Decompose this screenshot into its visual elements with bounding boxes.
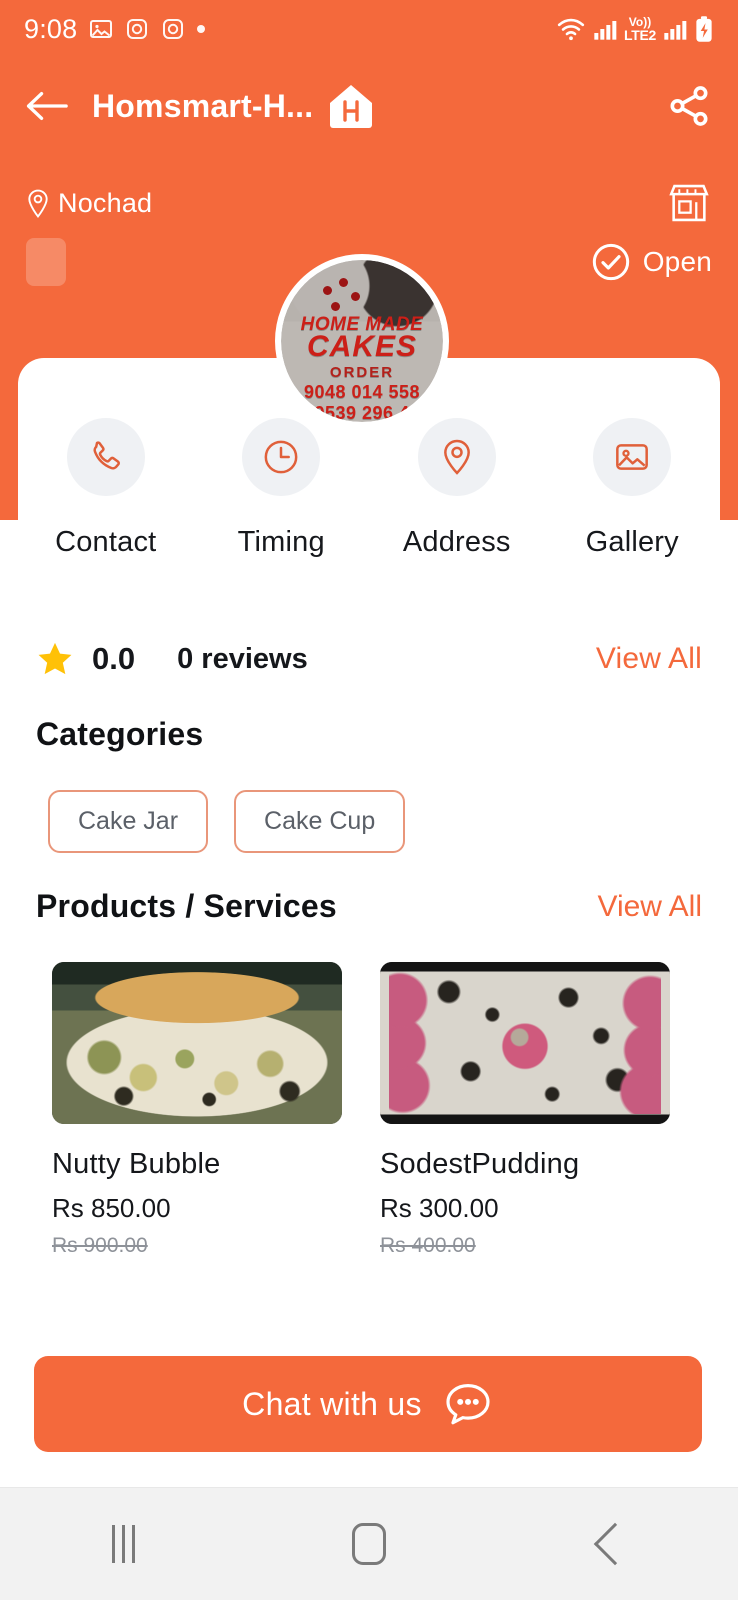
rating-row: 0.0 0 reviews View All (36, 634, 702, 684)
product-old-price: Rs 400.00 (380, 1234, 476, 1257)
action-address[interactable]: Address (377, 418, 537, 559)
storefront-icon[interactable] (666, 182, 712, 224)
category-chip[interactable]: Cake Jar (48, 790, 209, 853)
back-arrow-icon[interactable] (26, 89, 70, 123)
categories-title: Categories (36, 716, 204, 752)
logo-line-3: ORDER (329, 364, 395, 381)
product-card[interactable]: SodestPudding Rs 300.00 Rs 400.00 (380, 962, 670, 1258)
action-timing[interactable]: Timing (201, 418, 361, 559)
wifi-icon (557, 18, 585, 41)
business-profile-screen: 9:08 Vo)) LTE2 Homsmart-H... Nochad Open… (0, 0, 738, 1600)
app-bar: Homsmart-H... (0, 62, 738, 150)
status-bar-clock: 9:08 (24, 13, 78, 44)
check-circle-icon (592, 243, 629, 281)
product-name: SodestPudding (380, 1148, 580, 1180)
status-bar-left: 9:08 (24, 13, 206, 45)
action-timing-circle (242, 418, 321, 496)
logo-line-2: CAKES (306, 330, 417, 363)
location-pin-icon (443, 439, 470, 475)
nav-home-button[interactable] (299, 1488, 439, 1600)
logo-line-4: 9048 014 558 (303, 382, 421, 402)
rating-review-count: 0 reviews (177, 642, 308, 675)
image-icon (616, 444, 649, 470)
action-contact[interactable]: Contact (26, 418, 186, 559)
share-icon[interactable] (666, 83, 712, 129)
clock-icon (264, 440, 298, 474)
phone-icon (93, 441, 120, 470)
location-row: Nochad (0, 178, 738, 228)
back-icon (593, 1522, 637, 1566)
rating-value: 0.0 (92, 641, 136, 676)
chat-with-us-button[interactable]: Chat with us (34, 1356, 702, 1452)
reviews-view-all-link[interactable]: View All (596, 642, 702, 676)
open-status-label: Open (642, 246, 712, 277)
status-badge: Open (591, 242, 712, 282)
placeholder-block (26, 238, 66, 286)
product-image (380, 962, 670, 1124)
product-image (52, 962, 342, 1124)
signal-bars-icon (594, 21, 617, 40)
photos-icon (90, 20, 113, 38)
action-address-label: Address (402, 526, 511, 558)
status-bar-right: Vo)) LTE2 (556, 15, 714, 43)
star-icon (38, 642, 72, 675)
category-chip[interactable]: Cake Cup (234, 790, 406, 853)
product-price: Rs 850.00 (52, 1193, 171, 1223)
location-pin-icon (28, 189, 48, 218)
action-gallery-circle (593, 418, 672, 496)
cherry-dot-icon (339, 278, 348, 287)
product-old-price: Rs 900.00 (52, 1234, 148, 1257)
products-title: Products / Services (36, 888, 337, 924)
action-timing-label: Timing (237, 526, 325, 558)
battery-charging-icon (696, 16, 712, 42)
action-gallery-label: Gallery (585, 526, 679, 558)
chat-bubble-icon (446, 1384, 490, 1425)
product-name: Nutty Bubble (52, 1148, 221, 1180)
nav-back-button[interactable] (545, 1488, 685, 1600)
business-logo-avatar[interactable]: HOME MADE CAKES ORDER 9048 014 558 9539 … (275, 254, 449, 428)
instagram-icon (127, 19, 148, 39)
products-view-all-link[interactable]: View All (597, 890, 702, 924)
status-bar: 9:08 Vo)) LTE2 (0, 0, 738, 58)
product-price: Rs 300.00 (380, 1193, 499, 1223)
sodest-pudding-photo (380, 962, 670, 1124)
volte-icon: Vo)) LTE2 (624, 15, 656, 43)
recents-icon (111, 1525, 135, 1563)
page-title: Homsmart-H... (92, 87, 314, 124)
cherry-dot-icon (351, 292, 360, 301)
android-navigation-bar (0, 1488, 738, 1600)
house-logo-icon (330, 85, 373, 128)
home-icon (352, 1523, 386, 1565)
quick-actions: Contact Timing Address Gallery (18, 418, 720, 559)
action-contact-label: Contact (55, 526, 157, 558)
product-card[interactable]: Nutty Bubble Rs 850.00 Rs 900.00 (52, 962, 342, 1258)
action-address-circle (417, 418, 496, 496)
chat-with-us-label: Chat with us (242, 1385, 422, 1422)
nutty-bubble-cake-photo (52, 962, 342, 1124)
action-contact-circle (66, 418, 145, 496)
product-list: Nutty Bubble Rs 850.00 Rs 900.00 SodestP… (52, 962, 692, 1258)
instagram-icon (163, 19, 184, 39)
cherry-dot-icon (323, 286, 332, 295)
nav-recents-button[interactable] (53, 1488, 193, 1600)
action-gallery[interactable]: Gallery (552, 418, 712, 559)
cherry-dot-icon (331, 302, 340, 311)
signal-bars-icon (664, 21, 687, 40)
business-logo-image: HOME MADE CAKES ORDER 9048 014 558 9539 … (281, 260, 443, 422)
location-label: Nochad (58, 187, 153, 218)
dot-indicator-icon (197, 25, 206, 33)
category-chip-list: Cake Jar Cake Cup (48, 790, 406, 853)
